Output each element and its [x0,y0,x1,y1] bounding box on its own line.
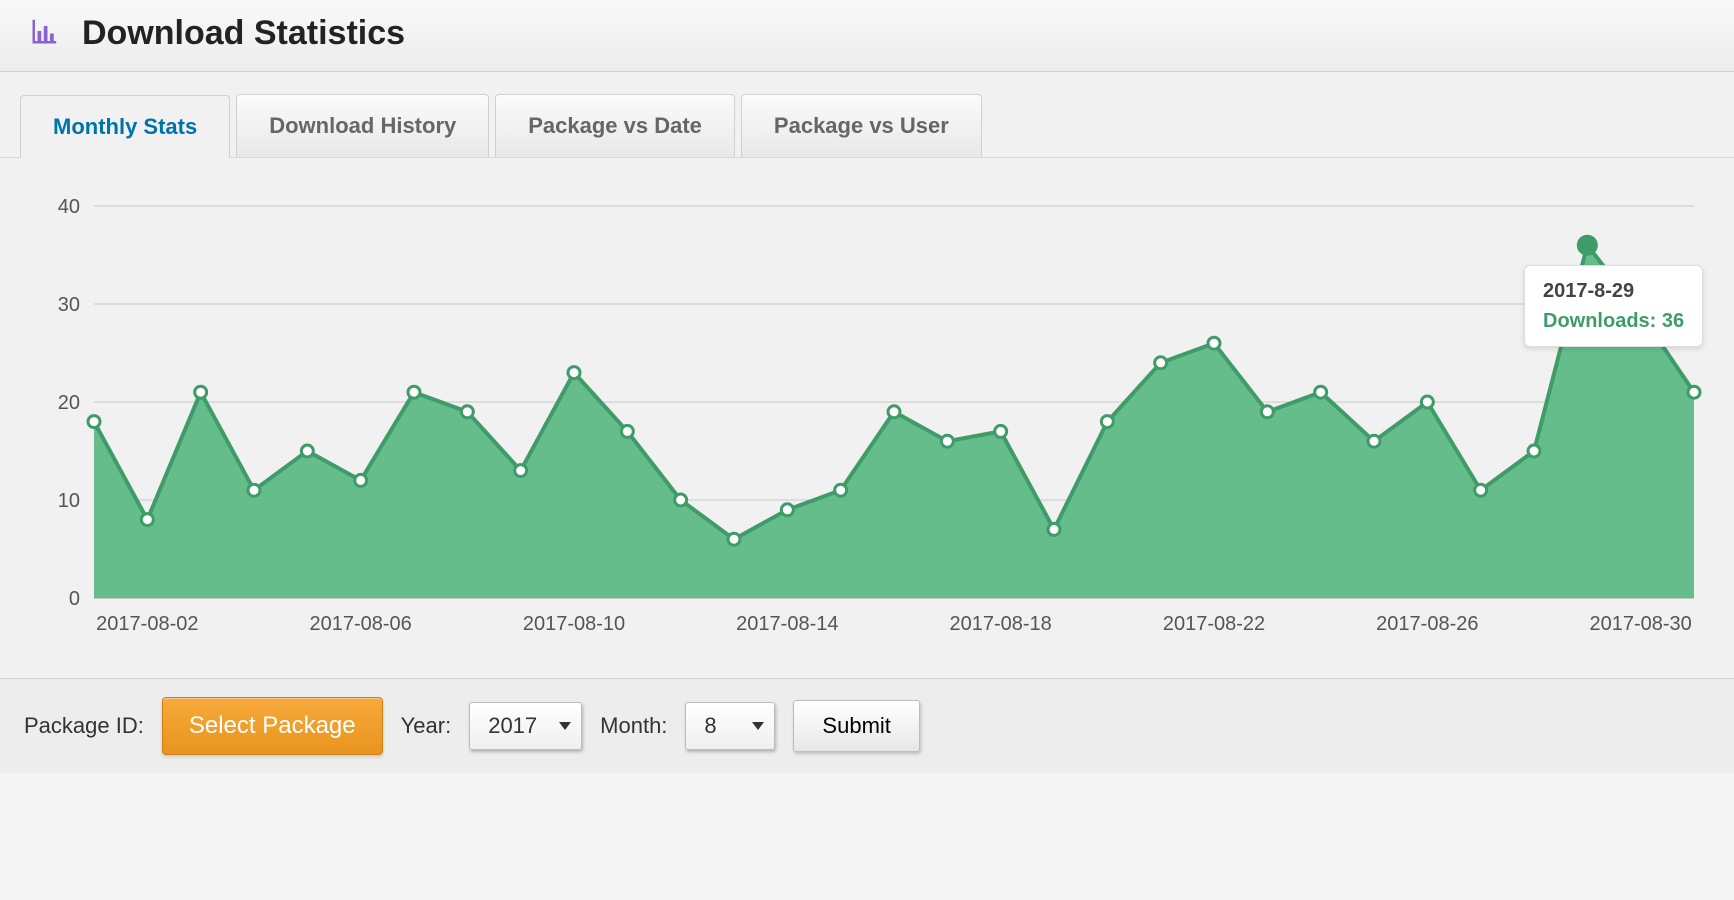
chart-tooltip: 2017-8-29 Downloads: 36 [1524,265,1703,347]
page-title: Download Statistics [82,14,405,53]
svg-text:2017-08-10: 2017-08-10 [523,613,625,635]
downloads-area-chart[interactable]: 0 10 20 30 40 2017-08-02 2017-08-06 2017-08-10 2… [20,188,1714,648]
svg-text:20: 20 [58,392,80,414]
tab-monthly-stats[interactable]: Monthly Stats [20,95,230,158]
svg-text:40: 40 [58,196,80,218]
svg-text:0: 0 [69,588,80,610]
svg-text:2017-08-06: 2017-08-06 [310,613,412,635]
tab-package-vs-date[interactable]: Package vs Date [495,94,735,157]
year-select-value: 2017 [488,713,537,739]
chart-panel: 0 10 20 30 40 2017-08-02 2017-08-06 2017-08-10 2… [0,158,1734,678]
tooltip-value: Downloads: 36 [1543,306,1684,336]
submit-button[interactable]: Submit [793,700,919,752]
month-label: Month: [600,713,667,739]
bar-chart-icon [28,16,62,51]
year-select[interactable]: 2017 [469,702,582,750]
year-label: Year: [401,713,452,739]
svg-text:2017-08-18: 2017-08-18 [950,613,1052,635]
svg-text:10: 10 [58,490,80,512]
filter-controls: Package ID: Select Package Year: 2017 Mo… [0,678,1734,773]
svg-text:2017-08-14: 2017-08-14 [736,613,838,635]
select-package-button[interactable]: Select Package [162,697,383,755]
tab-package-vs-user[interactable]: Package vs User [741,94,982,157]
chevron-down-icon [752,722,764,730]
chevron-down-icon [559,722,571,730]
svg-text:2017-08-02: 2017-08-02 [96,613,198,635]
svg-text:30: 30 [58,294,80,316]
tooltip-date: 2017-8-29 [1543,276,1684,306]
svg-text:2017-08-22: 2017-08-22 [1163,613,1265,635]
svg-text:2017-08-26: 2017-08-26 [1376,613,1478,635]
package-id-label: Package ID: [24,713,144,739]
page-header: Download Statistics [0,0,1734,72]
month-select-value: 8 [704,713,716,739]
tabs-bar: Monthly Stats Download History Package v… [0,72,1734,158]
month-select[interactable]: 8 [685,702,775,750]
tab-download-history[interactable]: Download History [236,94,489,157]
svg-text:2017-08-30: 2017-08-30 [1590,613,1692,635]
